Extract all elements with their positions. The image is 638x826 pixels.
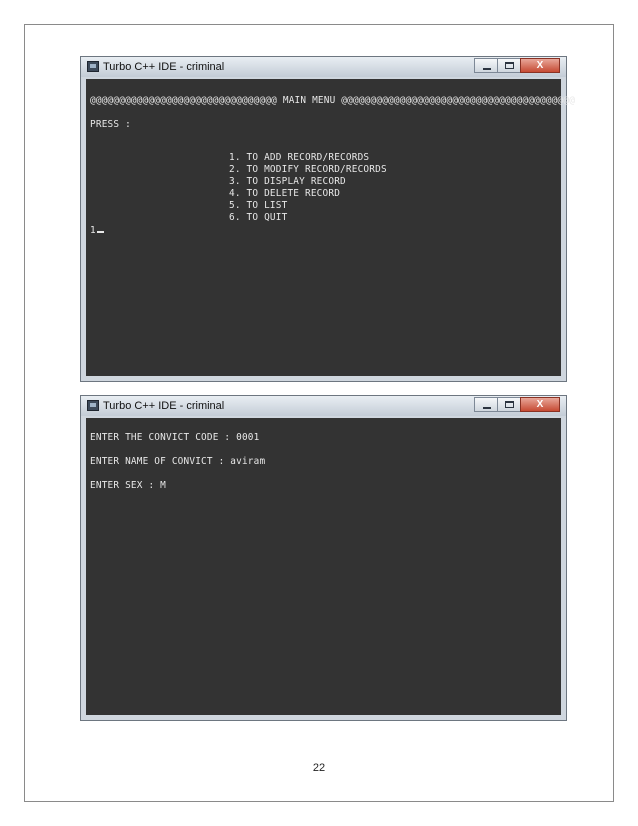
title-bar[interactable]: Turbo C++ IDE - criminal X	[81, 396, 566, 416]
maximize-button[interactable]	[497, 397, 521, 412]
convict-sex-line: ENTER SEX : M	[90, 480, 166, 491]
user-input-line[interactable]: 1	[90, 225, 104, 236]
menu-option-add: 1. TO ADD RECORD/RECORDS	[229, 152, 370, 163]
window-controls: X	[474, 58, 560, 74]
menu-option-modify: 2. TO MODIFY RECORD/RECORDS	[229, 164, 387, 175]
menu-option-delete: 4. TO DELETE RECORD	[229, 188, 341, 199]
press-prompt: PRESS :	[90, 119, 131, 130]
turbo-cpp-app-icon	[87, 400, 99, 411]
maximize-button[interactable]	[497, 58, 521, 73]
user-input-value: 1	[90, 225, 96, 236]
title-bar[interactable]: Turbo C++ IDE - criminal X	[81, 57, 566, 77]
convict-code-line: ENTER THE CONVICT CODE : 0001	[90, 432, 260, 443]
console-screen[interactable]: @@@@@@@@@@@@@@@@@@@@@@@@@@@@@@@@ MAIN ME…	[86, 79, 575, 376]
main-menu-header: @@@@@@@@@@@@@@@@@@@@@@@@@@@@@@@@ MAIN ME…	[90, 95, 576, 106]
close-button[interactable]: X	[520, 397, 560, 412]
menu-option-display: 3. TO DISPLAY RECORD	[229, 176, 346, 187]
turbo-cpp-app-icon	[87, 61, 99, 72]
window-controls: X	[474, 397, 560, 413]
turbo-cpp-window-entry[interactable]: Turbo C++ IDE - criminal X ENTER THE CON…	[80, 395, 567, 721]
close-button[interactable]: X	[520, 58, 560, 73]
menu-option-quit: 6. TO QUIT	[229, 212, 288, 223]
window-title: Turbo C++ IDE - criminal	[103, 400, 225, 412]
turbo-cpp-window-main-menu[interactable]: Turbo C++ IDE - criminal X @@@@@@@@@@@@@…	[80, 56, 575, 382]
minimize-button[interactable]	[474, 58, 498, 73]
minimize-button[interactable]	[474, 397, 498, 412]
console-screen[interactable]: ENTER THE CONVICT CODE : 0001 ENTER NAME…	[86, 418, 561, 715]
page-number: 22	[312, 762, 326, 774]
menu-option-list: 5. TO LIST	[229, 200, 288, 211]
text-cursor	[96, 231, 104, 233]
window-title: Turbo C++ IDE - criminal	[103, 61, 225, 73]
convict-name-line: ENTER NAME OF CONVICT : aviram	[90, 456, 266, 467]
